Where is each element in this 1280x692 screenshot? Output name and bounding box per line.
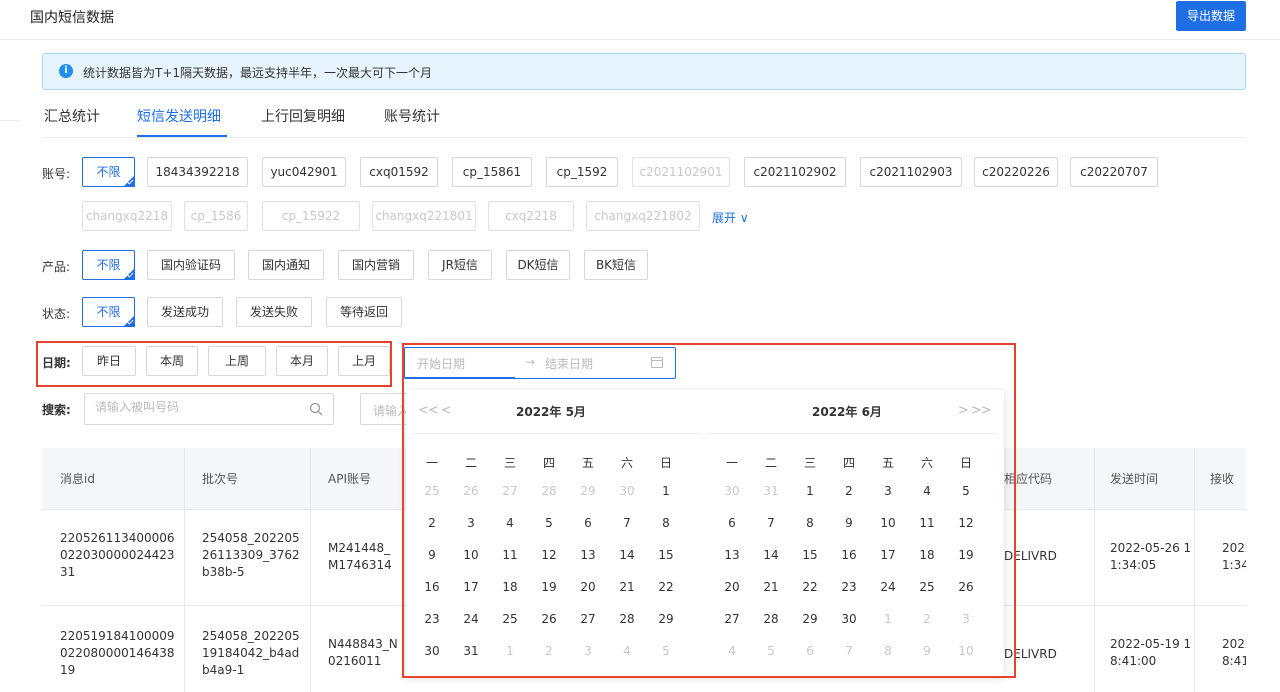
cell-message-id: 220526113400006 022030000024423 31 — [60, 531, 175, 579]
product-option[interactable]: DK短信 — [506, 250, 570, 280]
account-filter-label: 账号: — [42, 167, 71, 181]
product-filter-label: 产品: — [42, 260, 71, 274]
product-option[interactable]: 不限 — [82, 250, 135, 280]
account-option: changxq2218 — [82, 201, 172, 231]
search-icon[interactable] — [309, 402, 323, 416]
product-filter: 产品: 不限 国内验证码 国内通知 国内营销 JR短信 DK短信 BK短信 — [42, 250, 742, 282]
column-header-message-id: 消息id — [60, 472, 95, 486]
tab-bar: 汇总统计 短信发送明细 上行回复明细 账号统计 — [42, 96, 1246, 138]
alert-text: 统计数据皆为T+1隔天数据，最远支持半年，一次最大可下一个月 — [83, 66, 433, 80]
cell-batch: 254058_202205 19184042_b4ad b4a9-1 — [202, 629, 300, 677]
cell-message-id: 220519184100009 022080000146438 19 — [60, 629, 175, 677]
cell-send-time: 2022-05-19 1 8:41:00 — [1110, 637, 1192, 668]
tab-summary[interactable]: 汇总统计 — [44, 106, 100, 126]
product-option[interactable]: 国内营销 — [338, 250, 414, 280]
active-tab-indicator — [137, 135, 227, 137]
cell-receive-time: 2022 8:41 — [1222, 637, 1246, 668]
tab-send-detail[interactable]: 短信发送明细 — [137, 106, 221, 126]
account-option: cp_1586 — [184, 201, 248, 231]
cell-batch: 254058_202205 26113309_3762 b38b-5 — [202, 531, 300, 579]
column-header-receive-time: 接收 — [1210, 472, 1235, 486]
account-filter: 账号: 不限 18434392218 yuc042901 cxq01592 cp… — [42, 157, 1246, 231]
product-option[interactable]: JR短信 — [428, 250, 492, 280]
account-option[interactable]: 18434392218 — [147, 157, 248, 187]
status-option[interactable]: 发送失败 — [236, 297, 312, 327]
status-option[interactable]: 发送成功 — [147, 297, 223, 327]
search-label: 搜索: — [42, 403, 71, 417]
cell-api-account: M241448_ M1746314 — [328, 541, 392, 572]
search-input[interactable] — [84, 393, 334, 425]
account-option[interactable]: cp_15861 — [452, 157, 532, 187]
account-option: changxq221801 — [372, 201, 476, 231]
column-header-api-account: API账号 — [328, 472, 371, 486]
account-option[interactable]: c20220226 — [974, 157, 1058, 187]
highlight-box-date-picker — [402, 343, 1016, 678]
product-option[interactable]: BK短信 — [584, 250, 648, 280]
left-gutter — [0, 40, 20, 692]
page-title: 国内短信数据 — [30, 10, 114, 26]
highlight-box-date-shortcuts — [36, 341, 392, 387]
info-alert: i 统计数据皆为T+1隔天数据，最远支持半年，一次最大可下一个月 — [42, 53, 1246, 90]
status-filter: 状态: 不限 发送成功 发送失败 等待返回 — [42, 297, 442, 329]
account-option: c2021102901 — [632, 157, 730, 187]
cell-receive-time: 2022 1:34 — [1222, 541, 1246, 572]
status-option[interactable]: 等待返回 — [326, 297, 402, 327]
account-option[interactable]: cxq01592 — [360, 157, 438, 187]
account-option: changxq221802 — [586, 201, 700, 231]
account-option[interactable]: 不限 — [82, 157, 135, 187]
column-header-batch: 批次号 — [202, 472, 239, 486]
cell-send-time: 2022-05-26 1 1:34:05 — [1110, 541, 1192, 572]
account-option[interactable]: c2021102902 — [744, 157, 846, 187]
account-option[interactable]: yuc042901 — [262, 157, 346, 187]
account-option[interactable]: c20220707 — [1070, 157, 1158, 187]
product-option[interactable]: 国内通知 — [248, 250, 324, 280]
info-icon: i — [59, 64, 73, 78]
account-option[interactable]: c2021102903 — [860, 157, 962, 187]
product-option[interactable]: 国内验证码 — [147, 250, 235, 280]
account-option: cp_15922 — [262, 201, 360, 231]
top-bar: 国内短信数据 导出数据 — [0, 0, 1280, 40]
account-option: cxq2218 — [488, 201, 574, 231]
expand-accounts-link[interactable]: 展开 ∨ — [712, 209, 749, 226]
status-filter-label: 状态: — [42, 307, 71, 321]
cell-api-account: N448843_N 0216011 — [328, 637, 398, 668]
column-header-send-time: 发送时间 — [1110, 472, 1159, 486]
status-option[interactable]: 不限 — [82, 297, 135, 327]
tab-account-stats[interactable]: 账号统计 — [384, 106, 440, 126]
account-option[interactable]: cp_1592 — [546, 157, 618, 187]
export-data-button[interactable]: 导出数据 — [1176, 1, 1246, 31]
tab-reply-detail[interactable]: 上行回复明细 — [261, 106, 345, 126]
search-input-field[interactable] — [95, 400, 295, 414]
